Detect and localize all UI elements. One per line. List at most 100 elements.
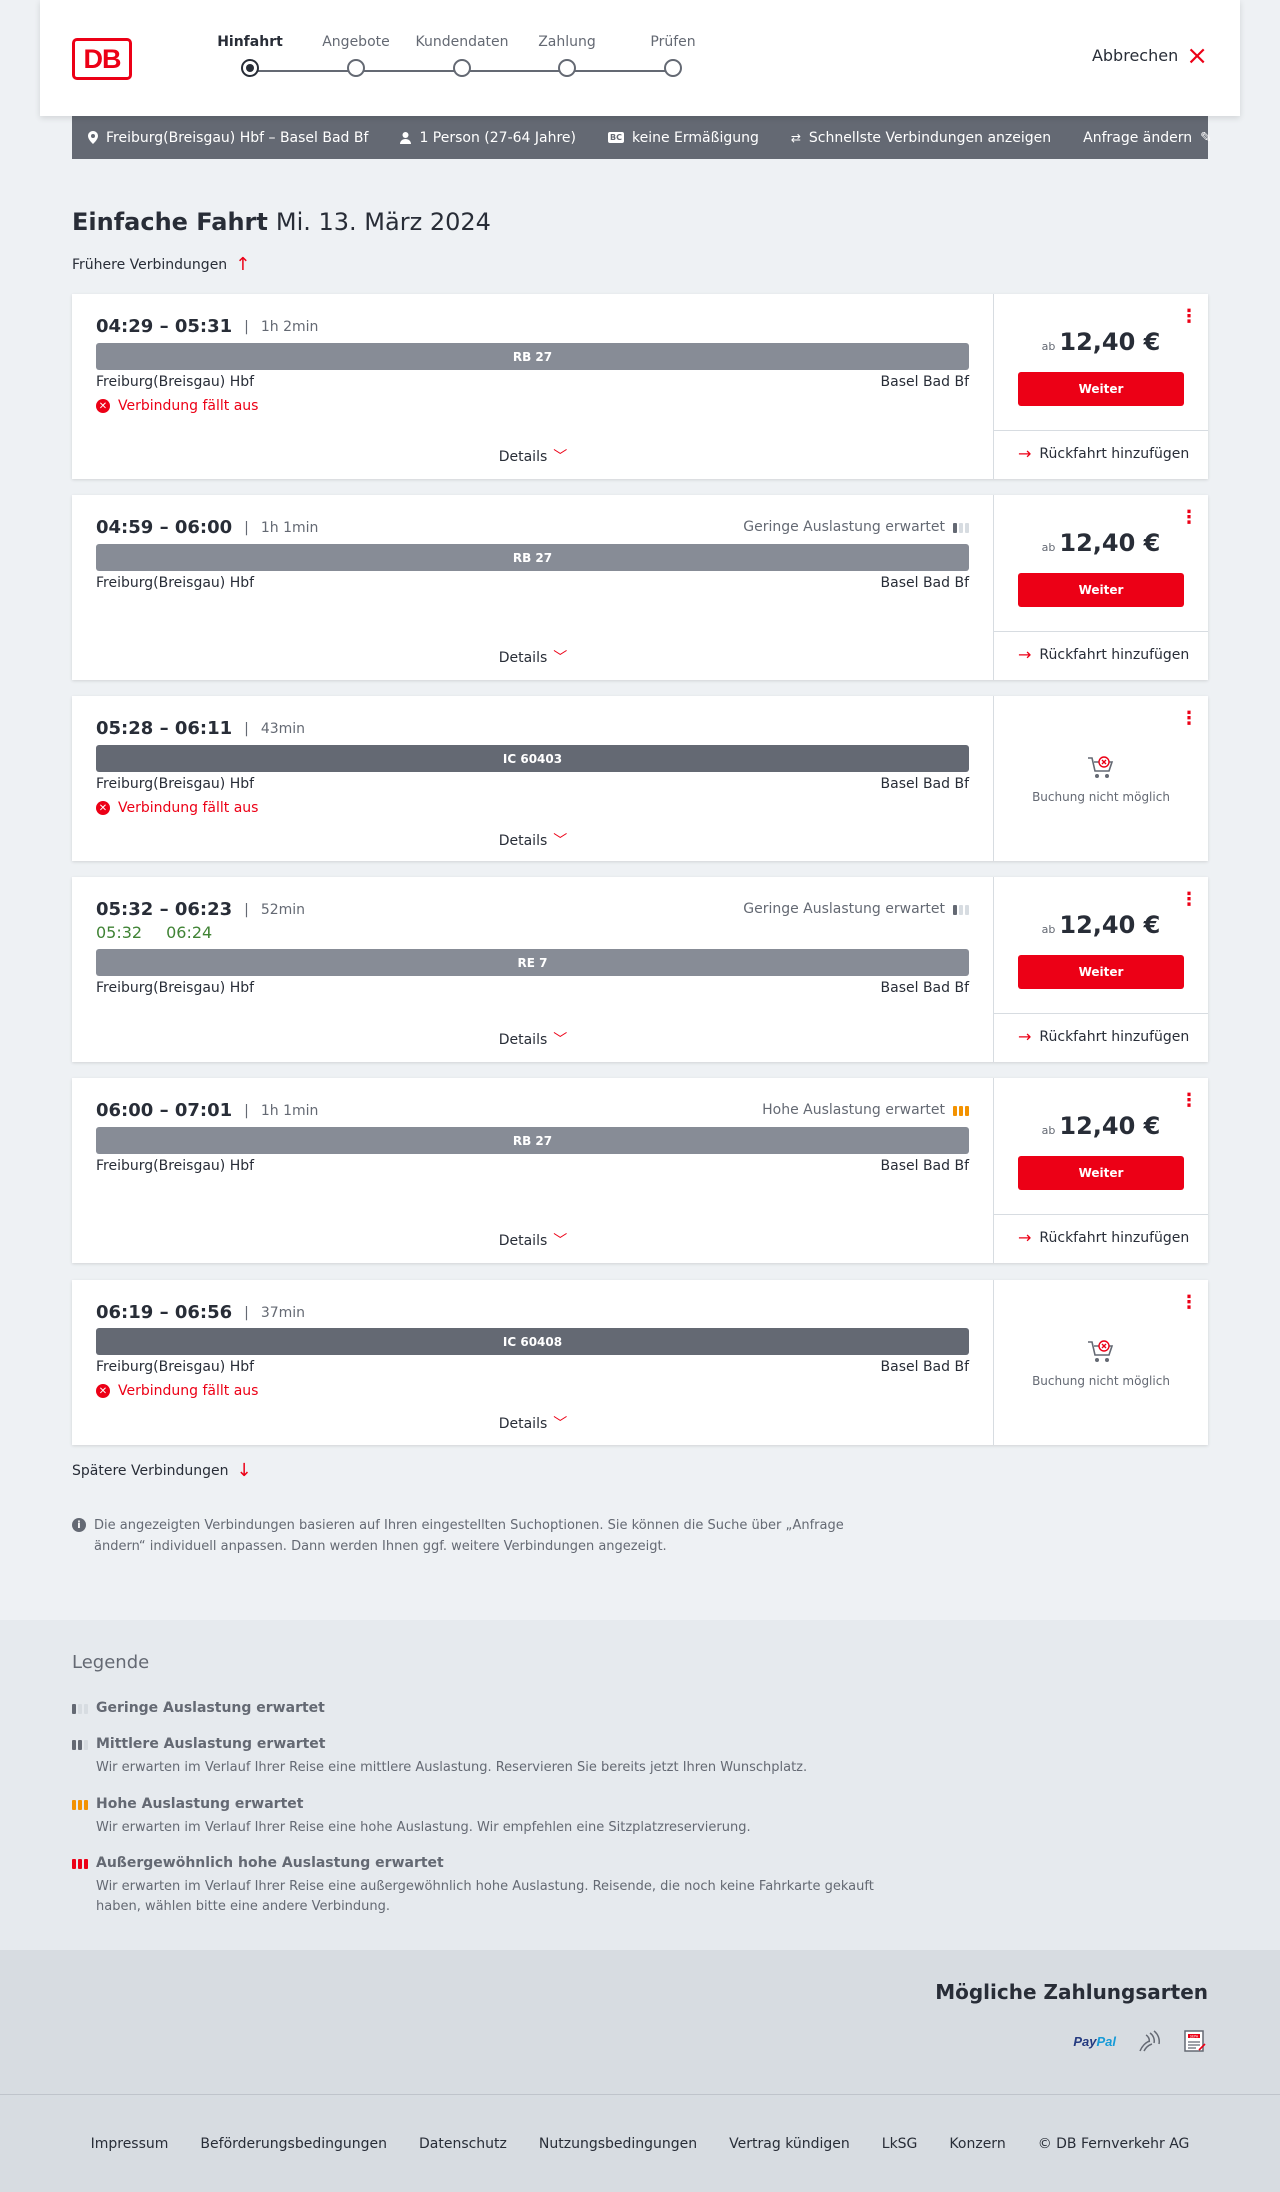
step-dot — [453, 59, 471, 77]
price-amount: 12,40 € — [1059, 911, 1161, 939]
step-label: Hinfahrt — [217, 34, 283, 50]
details-toggle[interactable]: Details ﹀ — [72, 830, 994, 850]
price-prefix: ab — [1041, 541, 1056, 554]
details-toggle[interactable]: Details ﹀ — [72, 1029, 994, 1049]
details-toggle[interactable]: Details ﹀ — [72, 446, 994, 466]
error-icon: ✕ — [96, 399, 110, 413]
train-bar: IC 60403 — [96, 745, 969, 772]
summary-option: ⇄ Schnellste Verbindungen anzeigen — [791, 130, 1051, 146]
price-amount: 12,40 € — [1059, 529, 1161, 557]
stations: Freiburg(Breisgau) Hbf Basel Bad Bf — [96, 374, 969, 390]
separator: | — [244, 901, 249, 918]
cancel-label: Abbrechen — [1091, 46, 1179, 65]
edit-request-button[interactable]: Anfrage ändern ✎ — [1083, 130, 1212, 146]
booking-unavailable: Buchung nicht möglich — [994, 754, 1208, 804]
step-dot — [558, 59, 576, 77]
more-options-icon[interactable]: ⋮ — [1180, 509, 1198, 527]
cart-unavailable-icon — [1088, 1340, 1114, 1362]
more-options-icon[interactable]: ⋮ — [1180, 308, 1198, 326]
db-logo[interactable]: DB — [72, 38, 132, 80]
swap-arrows-icon: ⇄ — [790, 130, 801, 145]
from-station: Freiburg(Breisgau) Hbf — [96, 374, 255, 390]
footer-link-befoerderungsbedingungen[interactable]: Beförderungsbedingungen — [200, 2136, 387, 2152]
connection-card: 05:32 – 06:23 | 52min Geringe Auslastung e… — [72, 877, 1208, 1062]
trip-type: Einfache Fahrt — [72, 208, 268, 236]
separator: | — [244, 1304, 249, 1321]
return-label: Rückfahrt hinzufügen — [1039, 1028, 1190, 1045]
booking-unavailable: Buchung nicht möglich — [994, 1338, 1208, 1388]
price-prefix: ab — [1041, 923, 1056, 936]
later-connections-link[interactable]: Spätere Verbindungen ↓ — [72, 1462, 252, 1480]
legend-item-title: Geringe Auslastung erwartet — [96, 1700, 325, 1716]
chevron-down-icon: ﹀ — [553, 1233, 568, 1249]
legend-item-exceptional: Außergewöhnlich hohe Auslastung erwartet… — [72, 1855, 892, 1917]
header: DB Hinfahrt Angebote Kundendaten Zahlung… — [40, 0, 1240, 116]
cancelled-text: Verbindung fällt aus — [118, 1383, 259, 1399]
more-options-icon[interactable]: ⋮ — [1180, 1092, 1198, 1110]
details-label: Details — [498, 449, 548, 465]
add-return-trip-link[interactable]: → Rückfahrt hinzufügen — [1018, 1228, 1189, 1247]
continue-button[interactable]: Weiter — [1018, 573, 1184, 607]
train-bar: RE 7 — [96, 949, 969, 976]
details-label: Details — [498, 650, 548, 666]
price-prefix: ab — [1041, 340, 1056, 353]
connection-times: 05:28 – 06:11 | 43min — [96, 718, 305, 739]
cancel-button[interactable]: Abbrechen × — [1091, 43, 1208, 69]
details-toggle[interactable]: Details ﹀ — [72, 1230, 994, 1250]
continue-button[interactable]: Weiter — [1018, 372, 1184, 406]
earlier-connections-link[interactable]: Frühere Verbindungen ↑ — [72, 256, 250, 274]
connection-card: 05:28 – 06:11 | 43min IC 60403 Freiburg(Br… — [72, 696, 1208, 861]
error-icon: ✕ — [96, 801, 110, 815]
summary-persons: 1 Person (27-64 Jahre) — [400, 130, 576, 146]
cancelled-text: Verbindung fällt aus — [118, 398, 259, 414]
price: ab 12,40 € — [994, 328, 1208, 356]
chevron-down-icon: ﹀ — [553, 833, 568, 849]
step-dot — [347, 59, 365, 77]
footer-link-impressum[interactable]: Impressum — [91, 2136, 169, 2152]
more-options-icon[interactable]: ⋮ — [1180, 891, 1198, 909]
add-return-trip-link[interactable]: → Rückfahrt hinzufügen — [1018, 444, 1189, 463]
price-amount: 12,40 € — [1059, 1112, 1161, 1140]
train-bar: RB 27 — [96, 343, 969, 370]
occupancy-info: Geringe Auslastung erwartet — [743, 519, 969, 535]
footer-link-konzern[interactable]: Konzern — [949, 2136, 1005, 2152]
payment-title: Mögliche Zahlungsarten — [935, 1980, 1208, 2004]
persons-text: 1 Person (27-64 Jahre) — [419, 129, 576, 146]
step-kundendaten: Kundendaten — [412, 34, 512, 77]
divider — [994, 631, 1208, 632]
details-label: Details — [498, 1416, 548, 1432]
footer-link-datenschutz[interactable]: Datenschutz — [419, 2136, 507, 2152]
stations: Freiburg(Breisgau) Hbf Basel Bad Bf — [96, 980, 969, 996]
details-toggle[interactable]: Details ﹀ — [72, 1413, 994, 1433]
pencil-icon: ✎ — [1200, 129, 1212, 146]
to-station: Basel Bad Bf — [880, 1359, 969, 1375]
connection-main: 04:59 – 06:00 | 1h 1min Geringe Auslastung… — [72, 495, 994, 680]
connection-card: 06:19 – 06:56 | 37min IC 60408 Freiburg(Br… — [72, 1280, 1208, 1445]
page-title: Einfache Fahrt Mi. 13. März 2024 — [72, 208, 491, 236]
legend-item-desc: Wir erwarten im Verlauf Ihrer Reise eine… — [96, 1820, 751, 1835]
add-return-trip-link[interactable]: → Rückfahrt hinzufügen — [1018, 645, 1189, 664]
details-toggle[interactable]: Details ﹀ — [72, 647, 994, 667]
time-range: 05:28 – 06:11 — [96, 718, 233, 739]
footer-link-nutzungsbedingungen[interactable]: Nutzungsbedingungen — [539, 2136, 697, 2152]
connection-card: 04:59 – 06:00 | 1h 1min Geringe Auslastung… — [72, 495, 1208, 680]
continue-button[interactable]: Weiter — [1018, 955, 1184, 989]
continue-button[interactable]: Weiter — [1018, 1156, 1184, 1190]
details-label: Details — [498, 1233, 548, 1249]
cart-unavailable-icon — [1088, 756, 1114, 778]
add-return-trip-link[interactable]: → Rückfahrt hinzufügen — [1018, 1027, 1189, 1046]
option-text: Schnellste Verbindungen anzeigen — [808, 129, 1052, 146]
more-options-icon[interactable]: ⋮ — [1180, 1294, 1198, 1312]
legend-item-medium: Mittlere Auslastung erwartet Wir erwarte… — [72, 1736, 892, 1778]
duration: 52min — [260, 901, 306, 918]
footer-link-lksg[interactable]: LkSG — [882, 2136, 918, 2152]
sepa-invoice-icon: SEPA — [1184, 2030, 1206, 2052]
to-station: Basel Bad Bf — [880, 1158, 969, 1174]
summary-route: Freiburg(Breisgau) Hbf – Basel Bad Bf — [88, 130, 368, 146]
paypal-logo: PayPal — [1073, 2034, 1116, 2049]
footer-link-vertrag-kuendigen[interactable]: Vertrag kündigen — [729, 2136, 850, 2152]
more-options-icon[interactable]: ⋮ — [1180, 710, 1198, 728]
train-bar: IC 60408 — [96, 1328, 969, 1355]
error-icon: ✕ — [96, 1384, 110, 1398]
offer-panel: ⋮ ab 12,40 € Weiter → Rückfahrt hinzufügen — [994, 1078, 1208, 1263]
